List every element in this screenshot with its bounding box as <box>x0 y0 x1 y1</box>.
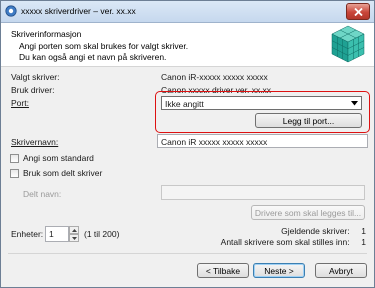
units-input[interactable]: 1 <box>45 226 69 242</box>
printer-count-label: Antall skrivere som skal stilles inn: <box>220 237 350 247</box>
shared-printer-checkbox[interactable] <box>10 168 19 178</box>
set-default-checkbox-row[interactable]: Angi som standard <box>10 153 94 163</box>
close-button[interactable] <box>346 3 370 20</box>
back-button[interactable]: < Tilbake <box>197 263 249 278</box>
current-printer-info: Gjeldende skriver: 1 <box>281 226 366 236</box>
arrow-down-icon <box>72 237 77 240</box>
set-default-checkbox[interactable] <box>10 153 19 163</box>
window-title: xxxxx skriverdriver – ver. xx.xx <box>21 6 136 16</box>
share-name-input[interactable] <box>161 185 365 200</box>
printer-name-value: Canon iR xxxxx xxxxx xxxxx <box>161 137 268 147</box>
spin-down-button[interactable] <box>69 234 79 242</box>
installer-window: xxxxx skriverdriver – ver. xx.xx Skriver… <box>0 0 375 288</box>
spin-up-button[interactable] <box>69 226 79 234</box>
set-default-label: Angi som standard <box>23 153 94 163</box>
header-panel: Skriverinformasjon Angi porten som skal … <box>1 23 374 67</box>
arrow-up-icon <box>72 229 77 232</box>
selected-printer-label: Valgt skriver: <box>11 72 60 82</box>
add-port-button[interactable]: Legg til port... <box>255 113 362 128</box>
units-spinner[interactable] <box>69 226 79 242</box>
shared-printer-checkbox-row[interactable]: Bruk som delt skriver <box>10 168 102 178</box>
units-range: (1 til 200) <box>84 229 120 239</box>
header-description-line2: Du kan også angi et navn på skriveren. <box>19 52 167 62</box>
share-name-label: Delt navn: <box>23 189 62 199</box>
printer-count-value: 1 <box>361 237 366 247</box>
app-icon <box>5 5 17 17</box>
shared-printer-label: Bruk som delt skriver <box>23 168 103 178</box>
port-select[interactable]: Ikke angitt <box>161 96 362 110</box>
printer-driver-cube-icon <box>331 25 365 63</box>
selected-printer-value: Canon iR-xxxxx xxxxx xxxxx <box>161 72 268 82</box>
driver-label: Bruk driver: <box>11 85 55 95</box>
close-icon <box>353 7 363 16</box>
port-label: Port: <box>11 98 29 108</box>
current-printer-label: Gjeldende skriver: <box>281 226 350 236</box>
chevron-down-icon <box>351 101 358 106</box>
header-title: Skriverinformasjon <box>11 29 82 39</box>
cancel-button[interactable]: Avbryt <box>315 263 367 278</box>
next-button[interactable]: Neste > <box>253 263 305 278</box>
footer-divider <box>8 253 367 254</box>
printer-name-label: Skrivernavn: <box>11 137 59 147</box>
units-label: Enheter: <box>11 229 44 239</box>
port-select-value: Ikke angitt <box>165 99 204 109</box>
drivers-to-add-button[interactable]: Drivere som skal legges til... <box>251 205 365 220</box>
current-printer-value: 1 <box>361 226 366 236</box>
printer-count-info: Antall skrivere som skal stilles inn: 1 <box>221 237 366 247</box>
title-bar[interactable]: xxxxx skriverdriver – ver. xx.xx <box>1 1 374 23</box>
header-description-line1: Angi porten som skal brukes for valgt sk… <box>19 41 189 51</box>
units-value: 1 <box>49 229 54 239</box>
printer-name-input[interactable]: Canon iR xxxxx xxxxx xxxxx <box>157 134 368 148</box>
